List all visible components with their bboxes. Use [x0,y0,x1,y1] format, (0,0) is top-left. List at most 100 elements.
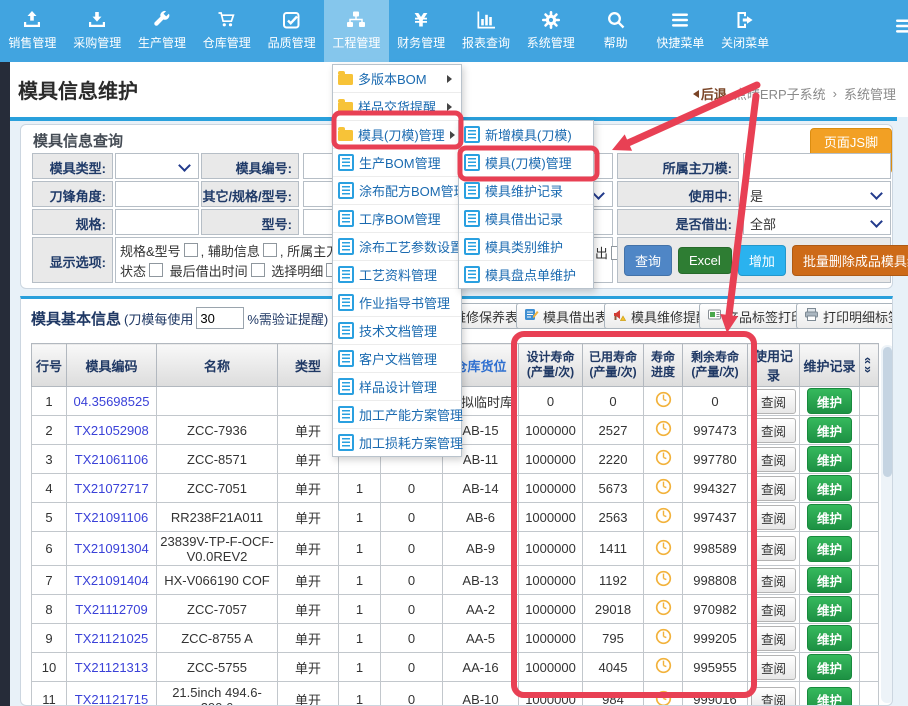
in-use-select[interactable]: 是 [743,181,891,207]
menu-item-模具类别维护[interactable]: 模具类别维护 [459,233,593,261]
nav-item-报表查询[interactable]: 报表查询 [454,0,519,62]
mold-code-link[interactable]: TX21091304 [74,541,148,556]
display-option-checkbox[interactable] [149,263,163,277]
display-option-checkbox[interactable] [184,243,198,257]
mold-code-link[interactable]: TX21052908 [74,423,148,438]
view-record-button[interactable]: 查阅 [751,597,796,622]
display-option-checkbox[interactable] [263,243,277,257]
spec-input[interactable] [116,210,198,234]
query-button-批量删除成品模具绑定[interactable]: 批量删除成品模具绑定 [792,245,908,276]
blade-angle-input[interactable] [116,182,198,206]
view-record-button[interactable]: 查阅 [751,418,796,443]
maintain-button[interactable]: 维护 [807,417,852,443]
view-record-button[interactable]: 查阅 [751,687,796,706]
view-record-button[interactable]: 查阅 [751,655,796,680]
cell-used-life: 1192 [583,566,644,595]
maintain-button[interactable]: 维护 [807,687,852,706]
menu-item-技术文档管理[interactable]: 技术文档管理 [333,317,461,345]
maintain-button[interactable]: 维护 [807,625,852,651]
mold-code-link[interactable]: TX21072717 [74,481,148,496]
menu-item-样品交货提醒[interactable]: 样品交货提醒 [333,93,461,121]
nav-item-销售管理[interactable]: 销售管理 [0,0,65,62]
mold-code-link[interactable]: TX21121025 [75,631,149,646]
maintain-button[interactable]: 维护 [807,388,852,414]
cell-design-life: 1000000 [519,624,583,653]
view-record-button[interactable]: 查阅 [751,476,796,501]
scrollbar-thumb[interactable] [883,347,892,477]
menu-item-加工损耗方案管理[interactable]: 加工损耗方案管理 [333,429,461,456]
maintain-button[interactable]: 维护 [807,446,852,472]
mold-code-link[interactable]: 04.35698525 [74,394,150,409]
nav-item-品质管理[interactable]: 品质管理 [259,0,324,62]
menu-item-模具盘点单维护[interactable]: 模具盘点单维护 [459,261,593,288]
maintain-button[interactable]: 维护 [807,596,852,622]
nav-item-采购管理[interactable]: 采购管理 [65,0,130,62]
query-button-增加[interactable]: 增加 [738,245,786,276]
verify-percent-input[interactable] [196,307,244,329]
cell-row-number: 7 [32,566,67,595]
clock-progress-icon [655,628,672,645]
query-buttons-cell: 查询Excel增加批量删除成品模具绑定 [617,237,891,283]
mold-code-link[interactable]: TX21091106 [75,510,149,525]
nav-item-工程管理[interactable]: 工程管理 [324,0,389,62]
maintain-button[interactable]: 维护 [807,536,852,562]
mold-type-select[interactable] [115,153,199,179]
menu-item-模具维护记录[interactable]: 模具维护记录 [459,177,593,205]
menu-item-模具(刀模)管理[interactable]: 模具(刀模)管理 [333,121,461,149]
parent-die-input[interactable] [744,154,890,178]
mold-code-link[interactable]: TX21091404 [74,573,148,588]
cell-col-f-value: 0 [381,532,443,566]
toolbar-button-打印明细标签[interactable]: 打印明细标签 [796,303,893,329]
cell-col-e-value: 1 [339,532,381,566]
search-icon [606,9,626,31]
view-record-button[interactable]: 查阅 [751,389,796,414]
mold-code-link[interactable]: TX21112709 [75,602,148,617]
clock-progress-icon [655,570,672,587]
query-button-Excel[interactable]: Excel [678,247,732,274]
nav-item-关闭菜单[interactable]: 关闭菜单 [713,0,778,62]
menu-item-客户文档管理[interactable]: 客户文档管理 [333,345,461,373]
borrowed-select[interactable]: 全部 [743,209,891,235]
back-button[interactable]: 后退 [689,84,727,103]
nav-item-仓库管理[interactable]: 仓库管理 [194,0,259,62]
toolbar-button-模具借出表[interactable]: 模具借出表 [516,303,616,329]
collapse-chevrons-icon[interactable]: «» [860,344,879,387]
menu-item-模具(刀模)管理[interactable]: 模具(刀模)管理 [459,149,593,177]
view-record-button[interactable]: 查阅 [751,447,796,472]
nav-item-生产管理[interactable]: 生产管理 [130,0,195,62]
nav-item-快捷菜单[interactable]: 快捷菜单 [648,0,713,62]
nav-item-系统管理[interactable]: 系统管理 [518,0,583,62]
view-record-button[interactable]: 查阅 [751,536,796,561]
display-option-checkbox[interactable] [251,263,265,277]
menu-item-涂布配方BOM管理[interactable]: 涂布配方BOM管理 [333,177,461,205]
query-button-查询[interactable]: 查询 [624,245,672,276]
view-record-button[interactable]: 查阅 [751,626,796,651]
nav-item-帮助[interactable]: 帮助 [583,0,648,62]
menu-item-新增模具(刀模)[interactable]: 新增模具(刀模) [459,121,593,149]
menu-item-加工产能方案管理[interactable]: 加工产能方案管理 [333,401,461,429]
breadcrumb-parent[interactable]: 点晴ERP子系统 [734,84,826,103]
vertical-scrollbar[interactable] [881,345,893,703]
mold-code-link[interactable]: TX21121715 [75,692,149,706]
menu-item-涂布工艺参数设置[interactable]: 涂布工艺参数设置 [333,233,461,261]
nav-item-财务管理[interactable]: ¥财务管理 [389,0,454,62]
menu-item-模具借出记录[interactable]: 模具借出记录 [459,205,593,233]
menu-item-多版本BOM[interactable]: 多版本BOM [333,65,461,93]
cell-remaining-life: 999016 [683,682,748,706]
mold-code-link[interactable]: TX21061106 [75,452,149,467]
menu-item-工序BOM管理[interactable]: 工序BOM管理 [333,205,461,233]
bar-chart-icon [476,9,496,31]
download-icon [87,9,107,31]
menu-item-生产BOM管理[interactable]: 生产BOM管理 [333,149,461,177]
view-record-button[interactable]: 查阅 [751,505,796,530]
menu-item-工艺资料管理[interactable]: 工艺资料管理 [333,261,461,289]
cell-remaining-life: 998589 [683,532,748,566]
menu-item-样品设计管理[interactable]: 样品设计管理 [333,373,461,401]
view-record-button[interactable]: 查阅 [751,568,796,593]
menu-item-作业指导书管理[interactable]: 作业指导书管理 [333,289,461,317]
maintain-button[interactable]: 维护 [807,654,852,680]
maintain-button[interactable]: 维护 [807,475,852,501]
maintain-button[interactable]: 维护 [807,504,852,530]
mold-code-link[interactable]: TX21121313 [75,660,149,675]
maintain-button[interactable]: 维护 [807,567,852,593]
